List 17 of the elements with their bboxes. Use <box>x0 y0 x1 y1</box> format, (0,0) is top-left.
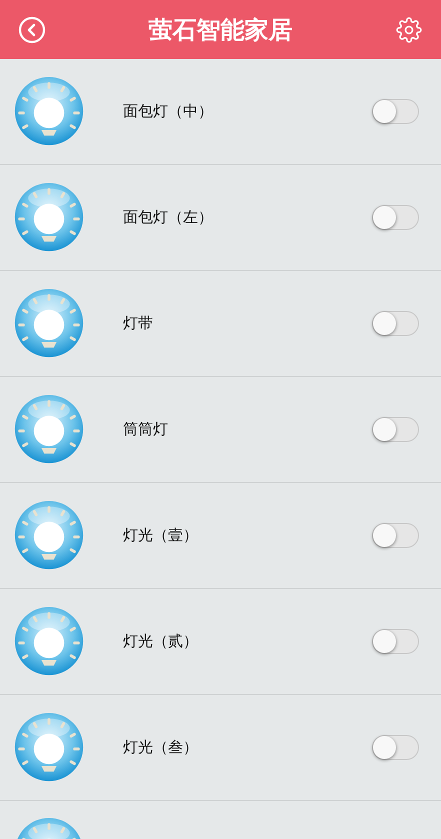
device-name: 灯光（壹） <box>123 525 199 546</box>
power-toggle[interactable] <box>372 629 419 654</box>
power-toggle[interactable] <box>372 523 419 548</box>
device-name: 筒筒灯 <box>123 419 169 440</box>
device-name: 灯光（叁） <box>123 737 199 758</box>
device-name: 灯光（贰） <box>123 631 199 652</box>
power-toggle[interactable] <box>372 735 419 760</box>
power-toggle[interactable] <box>372 417 419 442</box>
device-name: 灯带 <box>123 313 154 334</box>
back-icon <box>18 16 46 44</box>
app-title: 萤石智能家居 <box>148 14 292 46</box>
device-name: 面包灯（中） <box>123 101 214 122</box>
device-name: 面包灯（左） <box>123 207 214 228</box>
power-toggle[interactable] <box>372 99 419 124</box>
power-toggle[interactable] <box>372 205 419 230</box>
power-toggle[interactable] <box>372 311 419 336</box>
settings-icon <box>396 16 422 42</box>
